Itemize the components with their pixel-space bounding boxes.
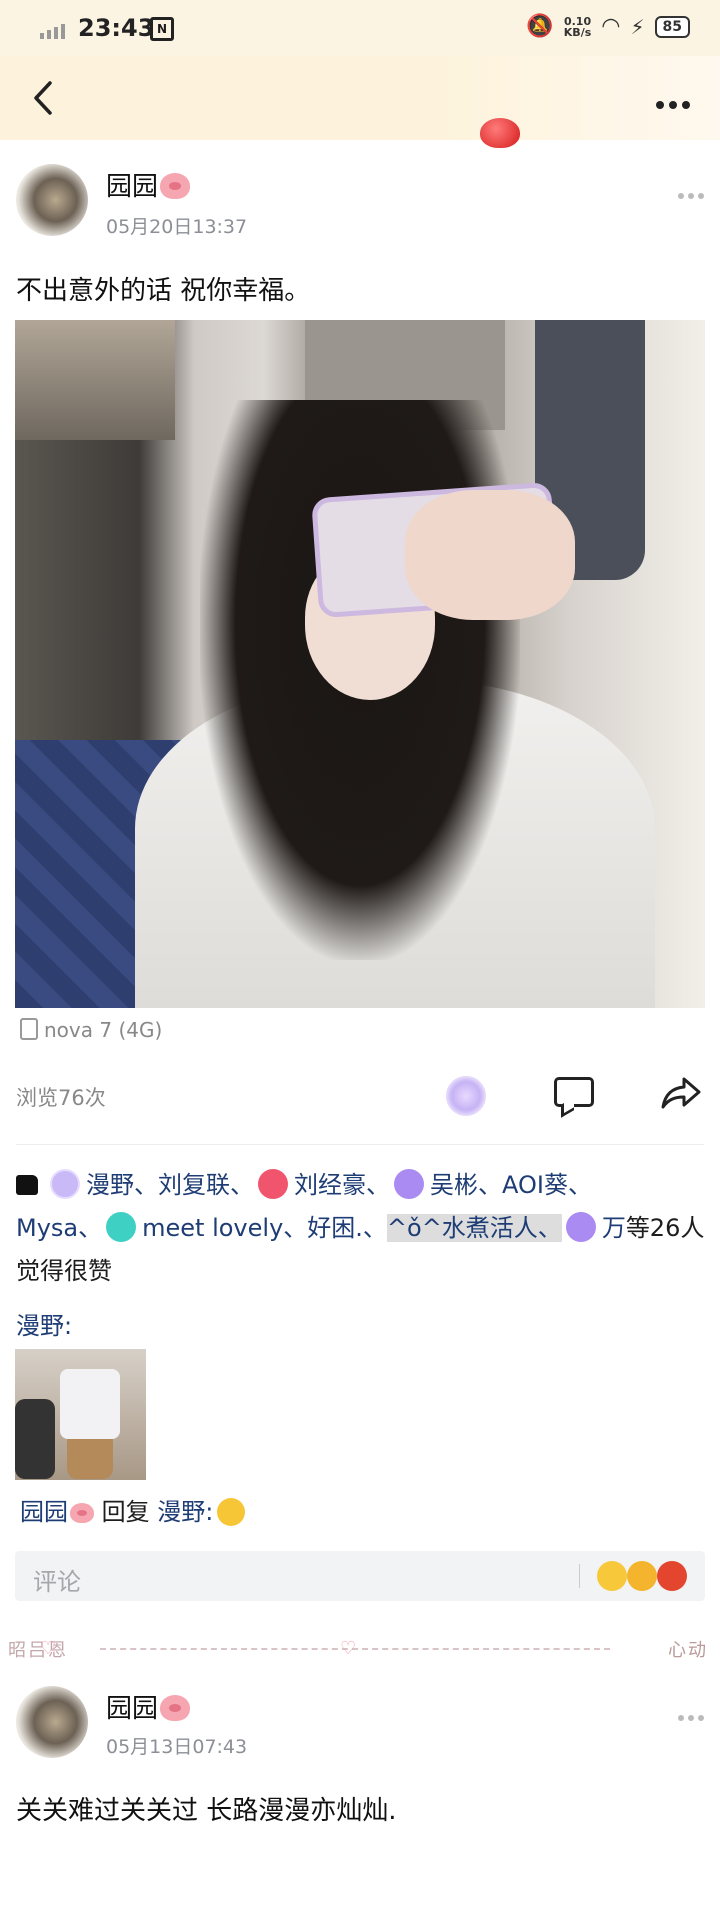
pig-emoji-icon [70, 1503, 94, 1523]
avatar-badge-icon [106, 1212, 137, 1242]
post-date: 05月13日07:43 [106, 1736, 248, 1758]
post-text: 不出意外的话 祝你幸福。 [16, 276, 311, 306]
signal-icon [40, 20, 68, 39]
liker-name[interactable]: 漫野、 [86, 1171, 158, 1199]
post-more-icon[interactable] [674, 1706, 704, 1725]
thumbs-up-icon [16, 1175, 38, 1195]
net-speed: 0.10 KB/s [563, 14, 592, 39]
comment-input[interactable]: 评论 [15, 1551, 705, 1601]
avatar-badge-icon [394, 1169, 424, 1199]
tears-of-joy-emoji-icon[interactable] [627, 1561, 657, 1591]
chevron-left-icon[interactable] [30, 80, 60, 116]
liker-name[interactable]: 刘复联、 [158, 1171, 254, 1199]
divider [579, 1564, 580, 1588]
post-more-icon[interactable] [674, 184, 704, 203]
avatar[interactable] [16, 1686, 88, 1758]
liker-name[interactable]: meet lovely、 [142, 1214, 307, 1242]
decorative-divider: 昭吕恩 ♡ ♡ 心动 [0, 1636, 720, 1662]
kiss-emoji-icon [217, 1498, 246, 1526]
post-date: 05月20日13:37 [106, 216, 248, 238]
share-icon[interactable] [660, 1075, 702, 1111]
status-bar: 23:43 N 🔕 0.10 KB/s ◠ ⚡ 85 [0, 0, 720, 56]
avatar-badge-icon [258, 1169, 288, 1199]
comment-image[interactable] [15, 1349, 146, 1480]
post-text: 关关难过关关过 长路漫漫亦灿灿. [16, 1796, 397, 1826]
liker-name[interactable]: Mysa、 [16, 1214, 102, 1242]
avatar-badge-icon [50, 1169, 80, 1199]
laughing-emoji-icon[interactable] [597, 1561, 627, 1591]
pig-emoji-icon [160, 173, 191, 199]
nav-bar [0, 56, 720, 140]
device-label: nova 7 (4G) [20, 1018, 162, 1042]
apple-decoration [480, 118, 520, 148]
comment-author[interactable]: 漫野: [16, 1306, 72, 1341]
liker-name[interactable]: 万 [602, 1214, 626, 1242]
comment-reply[interactable]: 园园 回复 漫野: [20, 1492, 246, 1527]
liker-name[interactable]: ^ǒ^水煮活人、 [386, 1214, 562, 1242]
wifi-icon: ◠ [601, 14, 621, 39]
liker-name[interactable]: 刘经豪、 [294, 1171, 390, 1199]
more-horizontal-icon[interactable] [651, 94, 690, 113]
post-author[interactable]: 园园 [106, 166, 191, 203]
avatar-badge-icon [565, 1212, 596, 1242]
comment-icon[interactable] [554, 1077, 594, 1107]
mute-icon: 🔕 [526, 14, 554, 39]
heart-icon: ♡ [40, 1638, 59, 1659]
reply-target[interactable]: 漫野: [157, 1498, 213, 1526]
liker-name[interactable]: 好困.、 [307, 1214, 387, 1242]
liker-name[interactable]: 吴彬、 [430, 1171, 502, 1199]
comment-placeholder: 评论 [33, 1568, 81, 1596]
like-bubble-icon[interactable] [446, 1076, 486, 1116]
nfc-icon: N [150, 17, 174, 41]
phone-icon [20, 1018, 38, 1040]
battery-level: 85 [654, 15, 690, 38]
decoration-text-right: 心动 [668, 1640, 708, 1661]
post-photo[interactable] [15, 320, 705, 1008]
pig-emoji-icon [160, 1695, 191, 1721]
reply-word: 回复 [101, 1498, 150, 1526]
view-count: 浏览76次 [16, 1086, 106, 1110]
post-author[interactable]: 园园 [106, 1688, 191, 1725]
divider [16, 1144, 704, 1145]
likes-list: 漫野、刘复联、 刘经豪、 吴彬、AOI葵、 Mysa、 meet lovely、好困.、… [16, 1164, 706, 1293]
heart-icon: ♡ [340, 1638, 359, 1659]
avatar[interactable] [16, 164, 88, 236]
status-time: 23:43 [78, 14, 155, 42]
angry-emoji-icon[interactable] [657, 1561, 687, 1591]
liker-name[interactable]: AOI葵、 [502, 1171, 592, 1199]
charging-icon: ⚡ [630, 14, 645, 39]
decoration-text-left: 昭吕恩 [8, 1640, 68, 1661]
reply-author[interactable]: 园园 [20, 1498, 68, 1526]
